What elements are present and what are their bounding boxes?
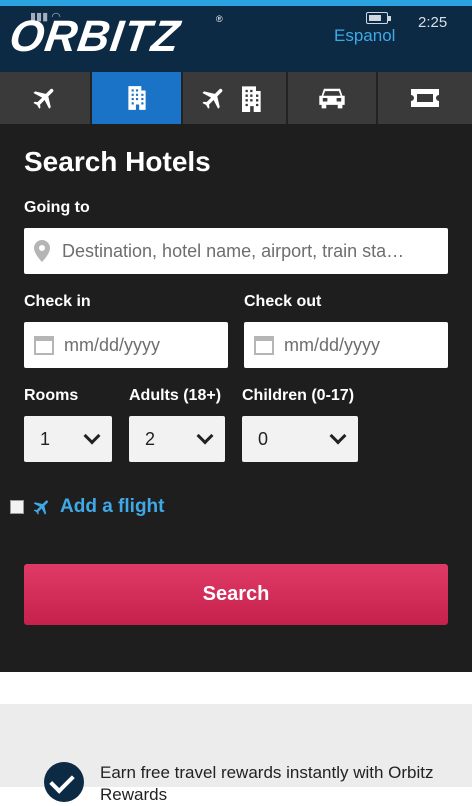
checkmark-icon: [44, 762, 84, 802]
adults-value: 2: [145, 428, 156, 449]
going-to-label: Going to: [24, 199, 90, 216]
registered-mark: ®: [216, 14, 223, 24]
tab-cars[interactable]: [288, 72, 378, 124]
hotel-search-panel: Search Hotels Going to Destination, hote…: [0, 124, 472, 672]
checkin-placeholder: mm/dd/yyyy: [64, 334, 161, 355]
location-pin-icon: [34, 240, 50, 262]
calendar-icon: [254, 336, 274, 355]
plane-icon: [33, 500, 48, 515]
plane-hotel-icon: [201, 86, 261, 112]
rewards-banner: Earn free travel rewards instantly with …: [0, 704, 472, 804]
add-flight-checkbox[interactable]: [10, 500, 24, 514]
destination-input[interactable]: Destination, hotel name, airport, train …: [24, 228, 448, 274]
checkout-label: Check out: [244, 293, 322, 310]
add-flight-option[interactable]: Add a flight: [10, 496, 164, 518]
children-select[interactable]: 0: [242, 416, 358, 462]
ticket-icon: [411, 89, 439, 107]
rooms-value: 1: [40, 428, 51, 449]
checkout-placeholder: mm/dd/yyyy: [284, 334, 381, 355]
tab-flight-hotel[interactable]: [183, 72, 288, 124]
hotel-building-icon: [127, 86, 146, 110]
tab-hotels[interactable]: [92, 72, 183, 124]
checkout-field[interactable]: mm/dd/yyyy: [244, 322, 448, 368]
language-link[interactable]: Espanol: [334, 26, 395, 46]
checkin-field[interactable]: mm/dd/yyyy: [24, 322, 228, 368]
children-value: 0: [258, 428, 269, 449]
adults-label: Adults (18+): [129, 387, 222, 404]
orbitz-logo: ORBITZ: [6, 12, 184, 61]
section-gap: [0, 672, 472, 704]
checkin-label: Check in: [24, 293, 91, 310]
chevron-down-icon: [329, 427, 347, 445]
rooms-select[interactable]: 1: [24, 416, 112, 462]
status-clock: 2:25: [418, 14, 448, 31]
search-button[interactable]: Search: [24, 564, 448, 625]
car-icon: [319, 88, 345, 109]
destination-placeholder: Destination, hotel name, airport, train …: [62, 240, 405, 261]
add-flight-label[interactable]: Add a flight: [60, 496, 164, 518]
page-title: Search Hotels: [24, 146, 211, 177]
battery-icon: [366, 12, 391, 24]
chevron-down-icon: [83, 427, 101, 445]
tab-flights[interactable]: [0, 72, 92, 124]
rooms-label: Rooms: [24, 387, 79, 404]
chevron-down-icon: [196, 427, 214, 445]
calendar-icon: [34, 336, 54, 355]
plane-icon: [33, 88, 54, 109]
rewards-text: Earn free travel rewards instantly with …: [100, 763, 434, 804]
app-header: ▮▮▮ ◠ ORBITZ ® Espanol 2:25: [0, 0, 472, 72]
adults-select[interactable]: 2: [129, 416, 225, 462]
children-label: Children (0-17): [242, 387, 355, 404]
tab-activities[interactable]: [378, 72, 472, 124]
product-tabs: [0, 72, 472, 124]
